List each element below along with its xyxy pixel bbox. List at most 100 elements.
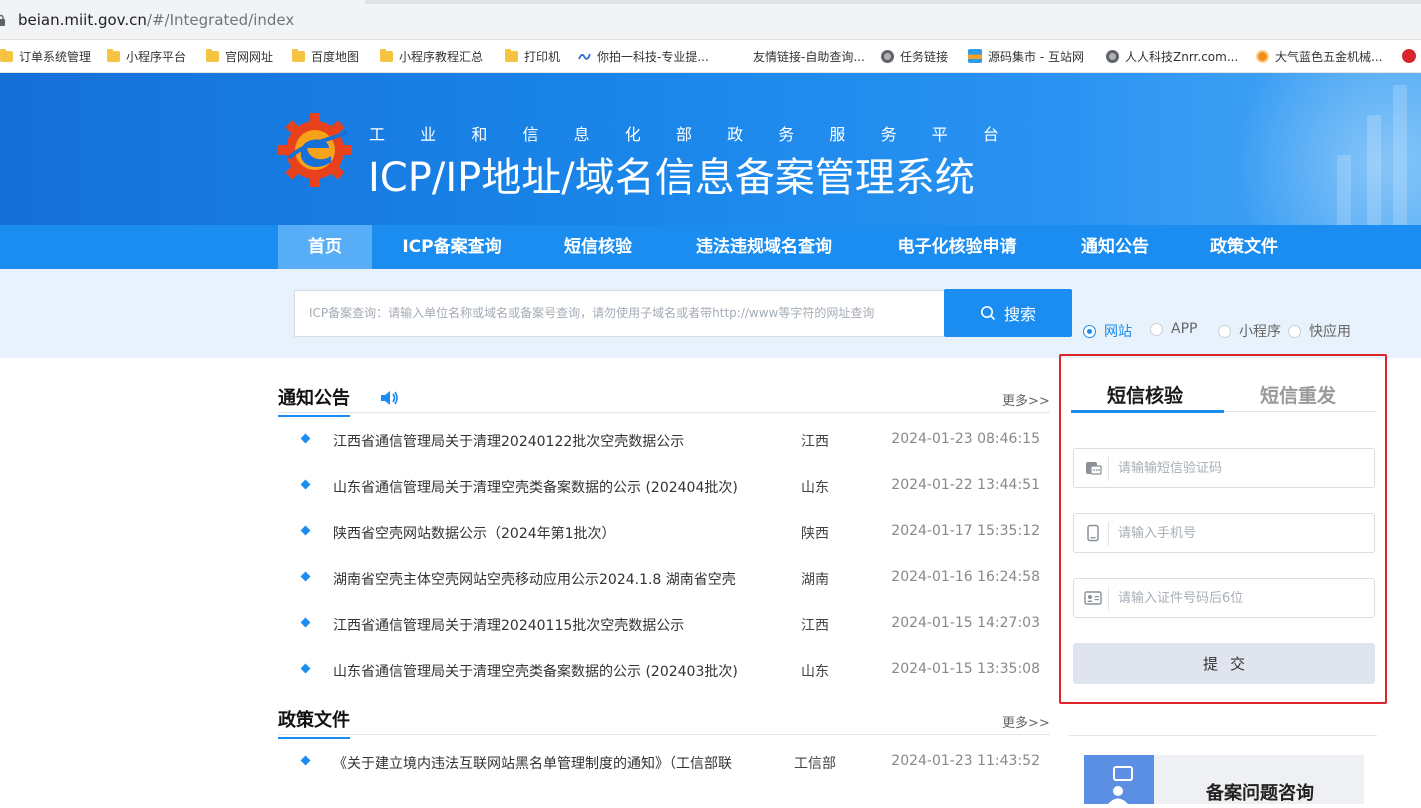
sms-code-input[interactable] bbox=[1118, 449, 1368, 487]
list-item-title[interactable]: 《关于建立境内违法互联网站黑名单管理制度的通知》（工信部联 bbox=[333, 753, 732, 773]
nav-item[interactable]: 违法违规域名查询 bbox=[664, 225, 864, 269]
sms-code-icon bbox=[1086, 462, 1102, 475]
bookmark-item[interactable]: 人人科技Znrr.com... bbox=[1106, 47, 1238, 65]
bookmark-item[interactable]: 友情链接-自助查询... bbox=[753, 47, 865, 65]
bookmark-item[interactable]: 任务链接 bbox=[881, 47, 948, 65]
field-separator bbox=[1108, 522, 1109, 546]
search-button-label: 搜索 bbox=[1003, 307, 1036, 324]
folder-icon bbox=[380, 48, 393, 62]
search-icon bbox=[980, 306, 996, 321]
search-type-radio[interactable]: APP bbox=[1150, 321, 1197, 337]
list-item-title[interactable]: 湖南省空壳主体空壳网站空壳移动应用公示2024.1.8 湖南省空壳 bbox=[333, 569, 736, 589]
phone-input[interactable] bbox=[1118, 514, 1368, 552]
bookmark-item[interactable]: 官网网址 bbox=[206, 47, 273, 65]
radio-dot[interactable] bbox=[1218, 324, 1231, 338]
list-item-date: 2024-01-15 14:27:03 bbox=[891, 615, 1040, 631]
field-separator bbox=[1108, 587, 1109, 611]
bullet-icon bbox=[300, 755, 311, 766]
folder-icon bbox=[107, 48, 120, 62]
list-item[interactable]: 陕西省空壳网站数据公示（2024年第1批次） 陕西 2024-01-17 15:35… bbox=[278, 523, 1050, 543]
bookmark-label: 订单系统管理 bbox=[19, 49, 92, 64]
nav-item[interactable]: ICP备案查询 bbox=[372, 225, 532, 269]
list-item[interactable]: 江西省通信管理局关于清理20240122批次空壳数据公示 江西 2024-01-23… bbox=[278, 431, 1050, 451]
url-text[interactable]: beian.miit.gov.cn/#/Integrated/index bbox=[18, 11, 294, 29]
list-item[interactable]: 江西省通信管理局关于清理20240115批次空壳数据公示 江西 2024-01-15… bbox=[278, 615, 1050, 635]
active-tab[interactable] bbox=[0, 0, 365, 4]
divider bbox=[1069, 735, 1377, 736]
phone-field[interactable] bbox=[1073, 513, 1375, 553]
bookmark-item[interactable]: 你拍一科技-专业提... bbox=[578, 47, 709, 65]
bookmark-item[interactable]: 大气蓝色五金机械... bbox=[1256, 47, 1382, 65]
search-type-radio[interactable]: 快应用 bbox=[1288, 321, 1351, 341]
radio-label: 小程序 bbox=[1239, 324, 1281, 340]
bookmark-label: 打印机 bbox=[524, 49, 561, 64]
list-item-title[interactable]: 陕西省空壳网站数据公示（2024年第1批次） bbox=[333, 523, 616, 543]
source-icon bbox=[968, 49, 982, 63]
banner-subtitle: 工业和信息化部政务服务平台 bbox=[369, 121, 999, 145]
submit-button[interactable]: 提交 bbox=[1073, 643, 1375, 684]
list-item-region: 山东 bbox=[801, 480, 829, 496]
help-consult-card[interactable]: 备案问题咨询 bbox=[1084, 755, 1364, 804]
notices-more-link[interactable]: 更多>> bbox=[1002, 390, 1050, 409]
search-type-radio[interactable]: 网站 bbox=[1083, 321, 1132, 341]
bookmark-item[interactable]: 小程序平台 bbox=[107, 47, 186, 65]
help-icon-box bbox=[1084, 755, 1154, 804]
radio-dot[interactable] bbox=[1150, 322, 1163, 336]
subtitle-char: 台 bbox=[982, 125, 999, 144]
bookmark-item[interactable]: 小程序教程汇总 bbox=[380, 47, 483, 65]
lock-icon bbox=[0, 14, 5, 26]
subtitle-char: 业 bbox=[420, 125, 437, 144]
id-field[interactable] bbox=[1073, 578, 1375, 618]
field-separator bbox=[1108, 457, 1109, 481]
list-item[interactable]: 山东省通信管理局关于清理空壳类备案数据的公示 (202404批次) 山东 2024-… bbox=[278, 477, 1050, 497]
globe-icon bbox=[881, 49, 894, 63]
bullet-icon bbox=[300, 525, 311, 536]
list-item-title[interactable]: 山东省通信管理局关于清理空壳类备案数据的公示 (202403批次) bbox=[333, 661, 738, 681]
list-item[interactable]: 山东省通信管理局关于清理空壳类备案数据的公示 (202403批次) 山东 2024-… bbox=[278, 661, 1050, 681]
globe-icon bbox=[1106, 49, 1119, 63]
nav-item[interactable]: 首页 bbox=[278, 225, 372, 269]
search-button[interactable]: 搜索 bbox=[944, 289, 1072, 337]
list-item-region: 工信部 bbox=[794, 756, 836, 772]
sms-code-field[interactable] bbox=[1073, 448, 1375, 488]
bookmark-label: 大气蓝色五金机械... bbox=[1275, 49, 1383, 64]
radio-label: 网站 bbox=[1104, 324, 1132, 340]
url-path: /#/Integrated/index bbox=[146, 11, 295, 29]
bookmark-item[interactable]: 百度地图 bbox=[292, 47, 359, 65]
radio-dot[interactable] bbox=[1288, 324, 1301, 338]
bookmark-overflow-icon[interactable] bbox=[1402, 49, 1416, 63]
subtitle-char: 服 bbox=[829, 125, 846, 144]
icp-search-input[interactable] bbox=[294, 290, 945, 337]
bookmark-item[interactable]: 源码集市 - 互站网 bbox=[968, 47, 1084, 65]
search-type-radio[interactable]: 小程序 bbox=[1218, 321, 1281, 341]
nav-item[interactable]: 短信核验 bbox=[532, 225, 664, 269]
bookmark-label: 小程序平台 bbox=[126, 49, 187, 64]
banner-glow bbox=[1201, 73, 1421, 225]
bullet-icon bbox=[300, 433, 311, 444]
id-suffix-input[interactable] bbox=[1118, 579, 1368, 617]
orange-icon bbox=[1256, 49, 1269, 63]
policies-more-link[interactable]: 更多>> bbox=[1002, 712, 1050, 731]
list-item-region: 江西 bbox=[801, 618, 829, 634]
bookmark-item[interactable]: 订单系统管理 bbox=[0, 47, 91, 65]
list-item[interactable]: 《关于建立境内违法互联网站黑名单管理制度的通知》（工信部联 工信部 2024-01-… bbox=[278, 753, 1050, 773]
list-item[interactable]: 湖南省空壳主体空壳网站空壳移动应用公示2024.1.8 湖南省空壳 湖南 2024-… bbox=[278, 569, 1050, 589]
list-item-title[interactable]: 山东省通信管理局关于清理空壳类备案数据的公示 (202404批次) bbox=[333, 477, 738, 497]
bookmark-item[interactable]: 打印机 bbox=[505, 47, 560, 65]
banner-decor bbox=[1367, 115, 1381, 225]
list-item-region: 山东 bbox=[801, 664, 829, 680]
list-item-date: 2024-01-17 15:35:12 bbox=[891, 523, 1040, 539]
bullet-icon bbox=[300, 663, 311, 674]
browser-address-bar[interactable]: beian.miit.gov.cn/#/Integrated/index bbox=[0, 0, 1421, 40]
bookmark-label: 源码集市 - 互站网 bbox=[988, 49, 1084, 64]
nav-item[interactable]: 政策文件 bbox=[1180, 225, 1308, 269]
tab-sms-resend[interactable]: 短信重发 bbox=[1260, 381, 1336, 408]
list-item-title[interactable]: 江西省通信管理局关于清理20240115批次空壳数据公示 bbox=[333, 615, 684, 635]
tab-sms-verify[interactable]: 短信核验 bbox=[1107, 381, 1183, 408]
radio-dot[interactable] bbox=[1083, 324, 1096, 338]
list-item-title[interactable]: 江西省通信管理局关于清理20240122批次空壳数据公示 bbox=[333, 431, 684, 451]
folder-icon bbox=[505, 48, 518, 62]
nav-item[interactable]: 电子化核验申请 bbox=[864, 225, 1050, 269]
nav-item[interactable]: 通知公告 bbox=[1050, 225, 1180, 269]
list-item-region: 江西 bbox=[801, 434, 829, 450]
